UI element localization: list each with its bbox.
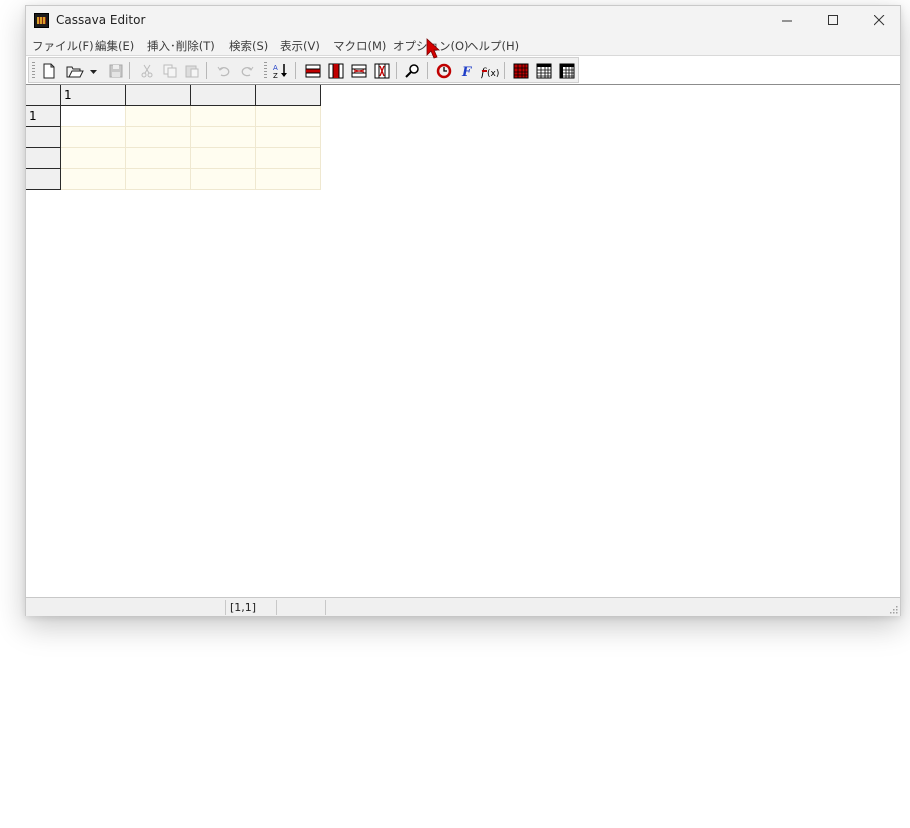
sort-icon[interactable]: AZ	[272, 62, 290, 80]
svg-text:(x): (x)	[487, 69, 499, 79]
toolbar-separator	[295, 62, 296, 79]
grid-cell[interactable]	[126, 127, 191, 148]
grid-cell[interactable]	[256, 127, 321, 148]
insert-column-icon[interactable]	[327, 62, 345, 80]
row-header[interactable]	[26, 127, 61, 148]
close-icon	[874, 15, 885, 26]
menu-view[interactable]: 表示(V)	[280, 38, 320, 54]
grid-view-1-icon[interactable]	[512, 62, 530, 80]
toolbar-grip[interactable]	[32, 62, 35, 78]
grid-cell[interactable]	[191, 169, 256, 190]
delete-column-icon[interactable]	[373, 62, 391, 80]
spreadsheet-area[interactable]: 1 1	[26, 84, 900, 598]
open-folder-icon[interactable]	[66, 62, 84, 80]
grid-cell[interactable]	[191, 106, 256, 127]
toolbar-separator	[129, 62, 130, 79]
formula-icon[interactable]: f (x)	[481, 62, 499, 80]
menu-edit[interactable]: 編集(E)	[95, 38, 134, 54]
status-panel-extra	[275, 600, 326, 615]
dropdown-arrow-icon[interactable]	[89, 62, 98, 80]
menu-search[interactable]: 検索(S)	[229, 38, 268, 54]
mouse-cursor-icon	[426, 38, 440, 59]
grid-cell[interactable]	[256, 169, 321, 190]
cut-icon[interactable]	[138, 62, 156, 80]
active-cell[interactable]	[61, 106, 126, 127]
status-panel-message	[26, 600, 226, 615]
column-header[interactable]	[191, 85, 256, 106]
row-header[interactable]	[26, 148, 61, 169]
function-icon[interactable]: F	[458, 62, 476, 80]
cassava-app-icon	[34, 13, 49, 28]
toolbar-separator	[504, 62, 505, 79]
toolbar-grip[interactable]	[264, 62, 267, 78]
column-header[interactable]: 1	[61, 85, 126, 106]
status-bar: [1,1]	[26, 597, 900, 616]
row-header[interactable]	[26, 169, 61, 190]
title-bar[interactable]: Cassava Editor	[26, 6, 900, 35]
paste-icon[interactable]	[183, 62, 201, 80]
svg-text:Z: Z	[273, 72, 278, 80]
minimize-button[interactable]	[764, 6, 810, 35]
grid-cell[interactable]	[256, 148, 321, 169]
toolbar: AZ F f (x)	[28, 57, 579, 83]
menu-file[interactable]: ファイル(F)	[32, 38, 94, 54]
grid-cell[interactable]	[61, 127, 126, 148]
close-button[interactable]	[856, 6, 902, 35]
undo-icon[interactable]	[215, 62, 233, 80]
grid-corner[interactable]	[26, 85, 61, 106]
grid-cell[interactable]	[256, 106, 321, 127]
save-icon[interactable]	[107, 62, 125, 80]
grid-cell[interactable]	[126, 148, 191, 169]
grid-view-2-icon[interactable]	[535, 62, 553, 80]
toolbar-separator	[396, 62, 397, 79]
minimize-icon	[782, 20, 792, 22]
grid-cell[interactable]	[126, 106, 191, 127]
maximize-icon	[828, 15, 838, 25]
column-header[interactable]	[126, 85, 191, 106]
column-header[interactable]	[256, 85, 321, 106]
status-panel-position: [1,1]	[225, 600, 277, 615]
menu-bar: ファイル(F) 編集(E) 挿入･削除(T) 検索(S) 表示(V) マクロ(M…	[26, 35, 900, 56]
app-window: Cassava Editor ファイル(F) 編集(E) 挿入･削除(T) 検索…	[25, 5, 901, 616]
toolbar-separator	[427, 62, 428, 79]
row-header[interactable]: 1	[26, 106, 61, 127]
grid-cell[interactable]	[126, 169, 191, 190]
refresh-icon[interactable]	[435, 62, 453, 80]
toolbar-separator	[206, 62, 207, 79]
new-file-icon[interactable]	[40, 62, 58, 80]
grid-view-3-icon[interactable]	[558, 62, 576, 80]
insert-row-icon[interactable]	[304, 62, 322, 80]
delete-row-icon[interactable]	[350, 62, 368, 80]
grid-cell[interactable]	[61, 169, 126, 190]
svg-text:F: F	[461, 65, 472, 80]
menu-macro[interactable]: マクロ(M)	[333, 38, 386, 54]
svg-text:A: A	[273, 64, 278, 72]
maximize-button[interactable]	[810, 6, 856, 35]
window-title: Cassava Editor	[56, 13, 146, 27]
grid-cell[interactable]	[61, 148, 126, 169]
menu-help[interactable]: ヘルプ(H)	[467, 38, 519, 54]
menu-insert-delete[interactable]: 挿入･削除(T)	[147, 38, 215, 54]
copy-icon[interactable]	[161, 62, 179, 80]
redo-icon[interactable]	[238, 62, 256, 80]
grid-cell[interactable]	[191, 148, 256, 169]
find-icon[interactable]	[404, 62, 422, 80]
resize-grip-icon[interactable]	[888, 604, 898, 614]
grid-cell[interactable]	[191, 127, 256, 148]
